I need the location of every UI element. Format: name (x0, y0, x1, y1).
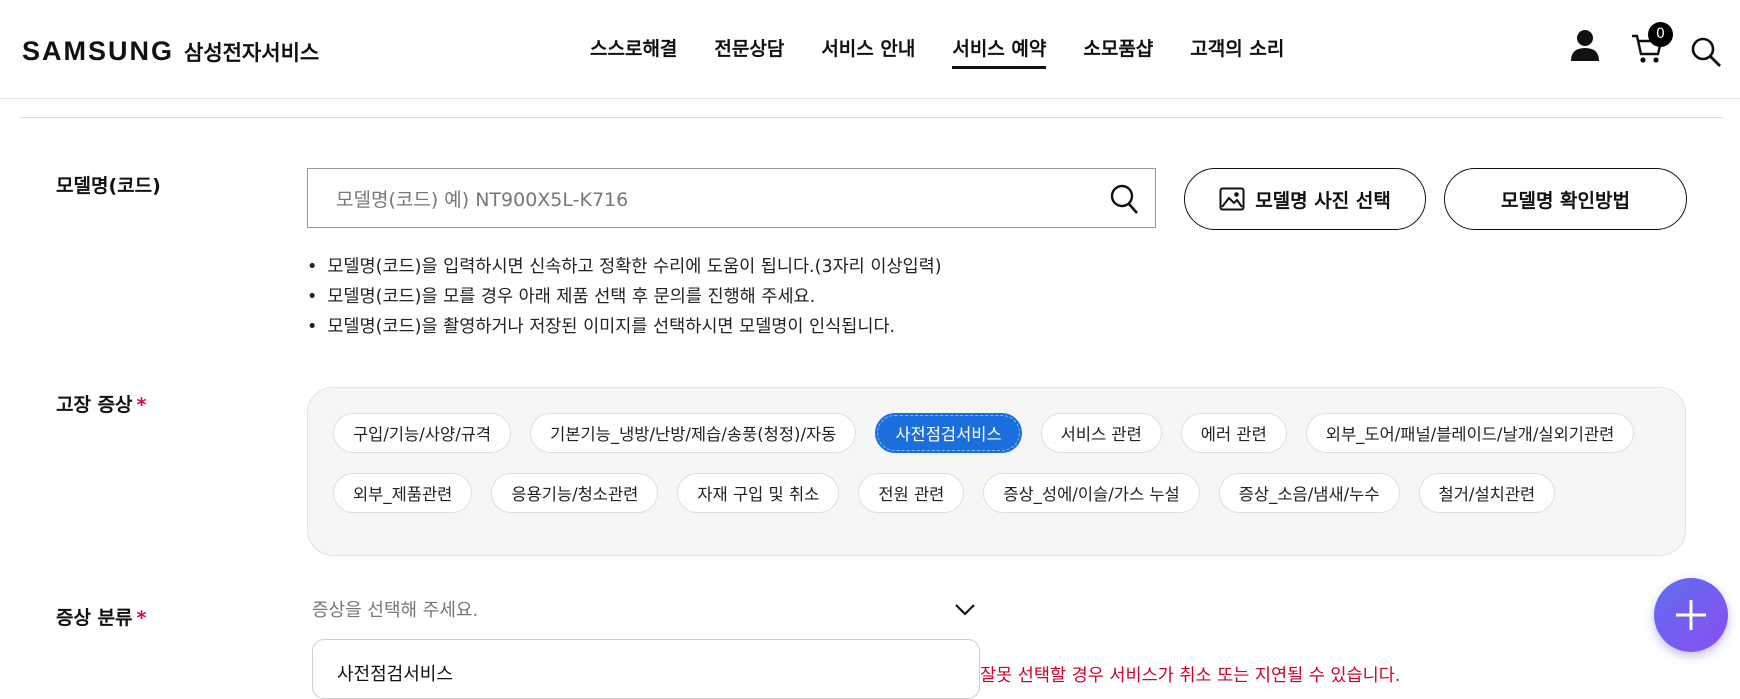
symptom-chip[interactable]: 외부_제품관련 (333, 473, 473, 513)
symptom-chip[interactable]: 외부_도어/패널/블레이드/날개/실외기관련 (1305, 413, 1635, 453)
symptom-label-text: 고장 증상 (56, 394, 133, 416)
symptom-type-label-text: 증상 분류 (56, 607, 133, 629)
symptom-type-label: 증상 분류 * (56, 603, 146, 630)
nav-self-solve[interactable]: 스스로해결 (590, 34, 677, 69)
photo-select-button[interactable]: 모델명 사진 선택 (1184, 168, 1426, 230)
model-check-button[interactable]: 모델명 확인방법 (1444, 168, 1687, 230)
symptom-chip[interactable]: 증상_성에/이슬/가스 누설 (983, 473, 1200, 513)
model-note: 모델명(코드)을 모를 경우 아래 제품 선택 후 문의를 진행해 주세요. (307, 282, 942, 312)
nav-service-reservation[interactable]: 서비스 예약 (952, 34, 1047, 69)
image-icon (1219, 187, 1245, 211)
symptom-chip[interactable]: 서비스 관련 (1040, 413, 1162, 453)
nav-service-info[interactable]: 서비스 안내 (821, 34, 915, 69)
floating-add-button[interactable] (1654, 578, 1728, 652)
symptom-type-dropdown: 사전점검서비스 (312, 639, 980, 699)
dropdown-option[interactable]: 사전점검서비스 (337, 660, 453, 686)
symptom-chip-selected[interactable]: 사전점검서비스 (875, 413, 1022, 453)
user-icon[interactable] (1570, 28, 1600, 66)
nav-consult[interactable]: 전문상담 (714, 34, 784, 69)
model-notes: 모델명(코드)을 입력하시면 신속하고 정확한 수리에 도움이 됩니다.(3자리… (307, 252, 942, 342)
model-note: 모델명(코드)을 입력하시면 신속하고 정확한 수리에 도움이 됩니다.(3자리… (307, 252, 941, 282)
symptom-chip[interactable]: 증상_소음/냄새/누수 (1218, 473, 1400, 513)
logo-brand: SAMSUNG (22, 36, 175, 66)
chip-row: 구입/기능/사양/규격 기본기능_냉방/난방/제습/송풍(청정)/자동 사전점검… (333, 413, 1653, 453)
nav-supplies-shop[interactable]: 소모품샵 (1083, 34, 1153, 69)
symptom-chip-panel: 구입/기능/사양/규격 기본기능_냉방/난방/제습/송풍(청정)/자동 사전점검… (307, 387, 1686, 556)
nav-customer-voice[interactable]: 고객의 소리 (1190, 34, 1284, 69)
model-note: 모델명(코드)을 촬영하거나 저장된 이미지를 선택하시면 모델명이 인식됩니다… (307, 312, 942, 342)
photo-select-label: 모델명 사진 선택 (1255, 189, 1391, 212)
symptom-chip[interactable]: 전원 관련 (858, 473, 965, 513)
plus-icon (1676, 600, 1706, 630)
symptom-chip[interactable]: 기본기능_냉방/난방/제습/송풍(청정)/자동 (530, 413, 857, 453)
cart-count-badge: 0 (1648, 22, 1673, 47)
model-input-placeholder: 모델명(코드) 예) NT900X5L-K716 (336, 188, 629, 211)
symptom-label: 고장 증상 * (56, 390, 146, 417)
symptom-chip[interactable]: 응용기능/청소관련 (491, 473, 659, 513)
model-check-label: 모델명 확인방법 (1501, 189, 1630, 212)
logo[interactable]: SAMSUNG 삼성전자서비스 (22, 36, 319, 67)
model-label: 모델명(코드) (56, 175, 161, 197)
model-search-input[interactable]: 모델명(코드) 예) NT900X5L-K716 (307, 168, 1156, 228)
symptom-type-select[interactable]: 증상을 선택해 주세요. (312, 596, 976, 632)
symptom-chip[interactable]: 자재 구입 및 취소 (677, 473, 840, 513)
chip-row: 외부_제품관련 응용기능/청소관련 자재 구입 및 취소 전원 관련 증상_성에… (333, 473, 1574, 513)
model-search-icon[interactable] (1109, 183, 1139, 219)
site-header: SAMSUNG 삼성전자서비스 스스로해결 전문상담 서비스 안내 서비스 예약… (0, 0, 1740, 99)
symptom-chip[interactable]: 에러 관련 (1180, 413, 1287, 453)
search-icon[interactable] (1690, 36, 1722, 72)
symptom-chip[interactable]: 철거/설치관련 (1418, 473, 1556, 513)
chevron-down-icon[interactable] (954, 602, 976, 621)
warning-text: 잘못 선택할 경우 서비스가 취소 또는 지연될 수 있습니다. (980, 666, 1401, 686)
symptom-chip[interactable]: 구입/기능/사양/규격 (333, 413, 512, 453)
symptom-type-placeholder: 증상을 선택해 주세요. (312, 600, 479, 621)
section-divider (20, 117, 1723, 118)
required-mark: * (136, 394, 147, 416)
logo-subtitle: 삼성전자서비스 (184, 41, 320, 65)
required-mark: * (136, 607, 147, 629)
main-nav: 스스로해결 전문상담 서비스 안내 서비스 예약 소모품샵 고객의 소리 (590, 34, 1321, 69)
